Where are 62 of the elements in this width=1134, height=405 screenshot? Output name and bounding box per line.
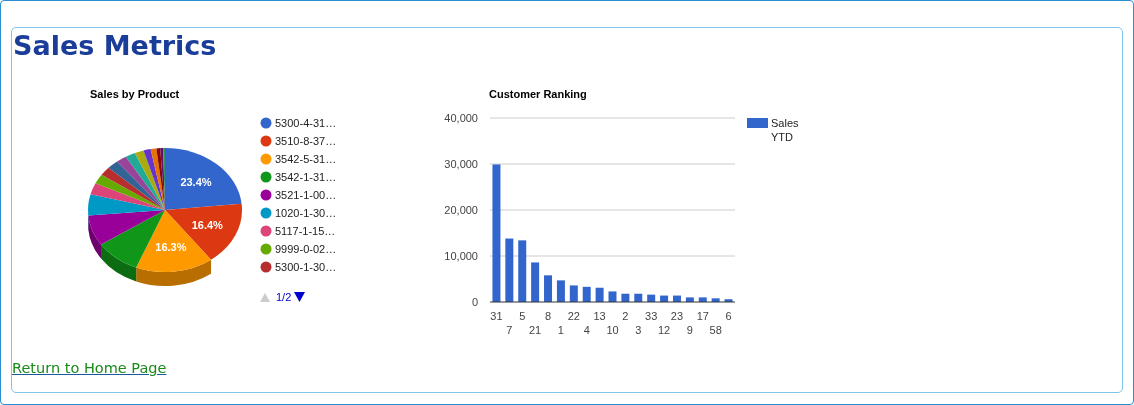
slice-label: 23.4% [180, 176, 212, 189]
next-page-icon[interactable] [294, 292, 305, 302]
axis-tick-label: 58 [709, 324, 722, 336]
slice-label: 16.3% [155, 240, 187, 253]
bar [711, 298, 720, 302]
axis-tick-label: 31 [490, 310, 503, 322]
legend-label: 3510-8-37… [275, 135, 337, 147]
bar [685, 297, 694, 302]
page-title: Sales Metrics [13, 30, 218, 62]
bar [518, 240, 527, 302]
home-link[interactable]: Return to Home Page [12, 360, 167, 376]
axis-tick-label: 17 [696, 310, 709, 322]
axis-tick-label: 10,000 [444, 250, 478, 262]
axis-tick-label: 12 [657, 324, 671, 336]
axis-tick-label: 6 [725, 310, 732, 322]
legend-label: 3542-5-31… [275, 153, 337, 165]
axis-tick-label: 23 [670, 310, 684, 322]
legend-label: 3521-1-00… [275, 189, 337, 201]
legend-swatch [747, 118, 768, 128]
axis-tick-label: 7 [506, 324, 513, 336]
axis-tick-label: 30,000 [444, 158, 478, 170]
page-indicator: 1/2 [276, 291, 292, 303]
bar [505, 238, 514, 302]
bar [647, 294, 656, 302]
axis-tick-label: 33 [645, 310, 658, 322]
axis-tick-label: 40,000 [444, 112, 478, 124]
bar [531, 262, 540, 302]
chart-title: Sales by Product [90, 88, 180, 100]
bar [595, 287, 604, 302]
axis-tick-label: 21 [529, 324, 542, 336]
axis-tick-label: 1 [557, 324, 564, 336]
bar [660, 295, 669, 302]
axis-tick-label: 4 [583, 324, 590, 336]
axis-tick-label: 13 [593, 310, 606, 322]
axis-tick-label: 5 [519, 310, 526, 322]
legend-label: 1020-1-30… [275, 207, 337, 219]
axis-tick-label: 0 [471, 296, 478, 308]
legend-label: 5300-1-30… [275, 261, 337, 273]
bar [544, 275, 552, 302]
axis-tick-label: 3 [635, 324, 642, 336]
bar [673, 295, 681, 302]
bar [634, 293, 643, 302]
axis-tick-label: 8 [544, 310, 552, 322]
axis-tick-label: 9 [686, 324, 693, 336]
legend-label: 5300-4-31… [275, 117, 337, 129]
bar [608, 291, 617, 302]
bar [569, 285, 578, 302]
bar [582, 286, 591, 302]
axis-tick-label: 10 [606, 324, 619, 336]
axis-tick-label: 2 [622, 310, 629, 322]
chart-title: Customer Ranking [489, 88, 587, 100]
bar [724, 299, 733, 302]
legend-label: 5117-1-15… [275, 225, 336, 237]
axis-tick-label: 22 [567, 310, 580, 322]
legend-label: 3542-1-31… [275, 171, 337, 183]
legend-label: 9999-0-02… [275, 243, 337, 255]
bar [698, 297, 707, 302]
bar [621, 293, 630, 302]
slice-label: 16.4% [191, 219, 223, 231]
axis-tick-label: 20,000 [444, 204, 478, 216]
bar [556, 280, 565, 302]
legend-label: Sales YTD [771, 116, 800, 144]
